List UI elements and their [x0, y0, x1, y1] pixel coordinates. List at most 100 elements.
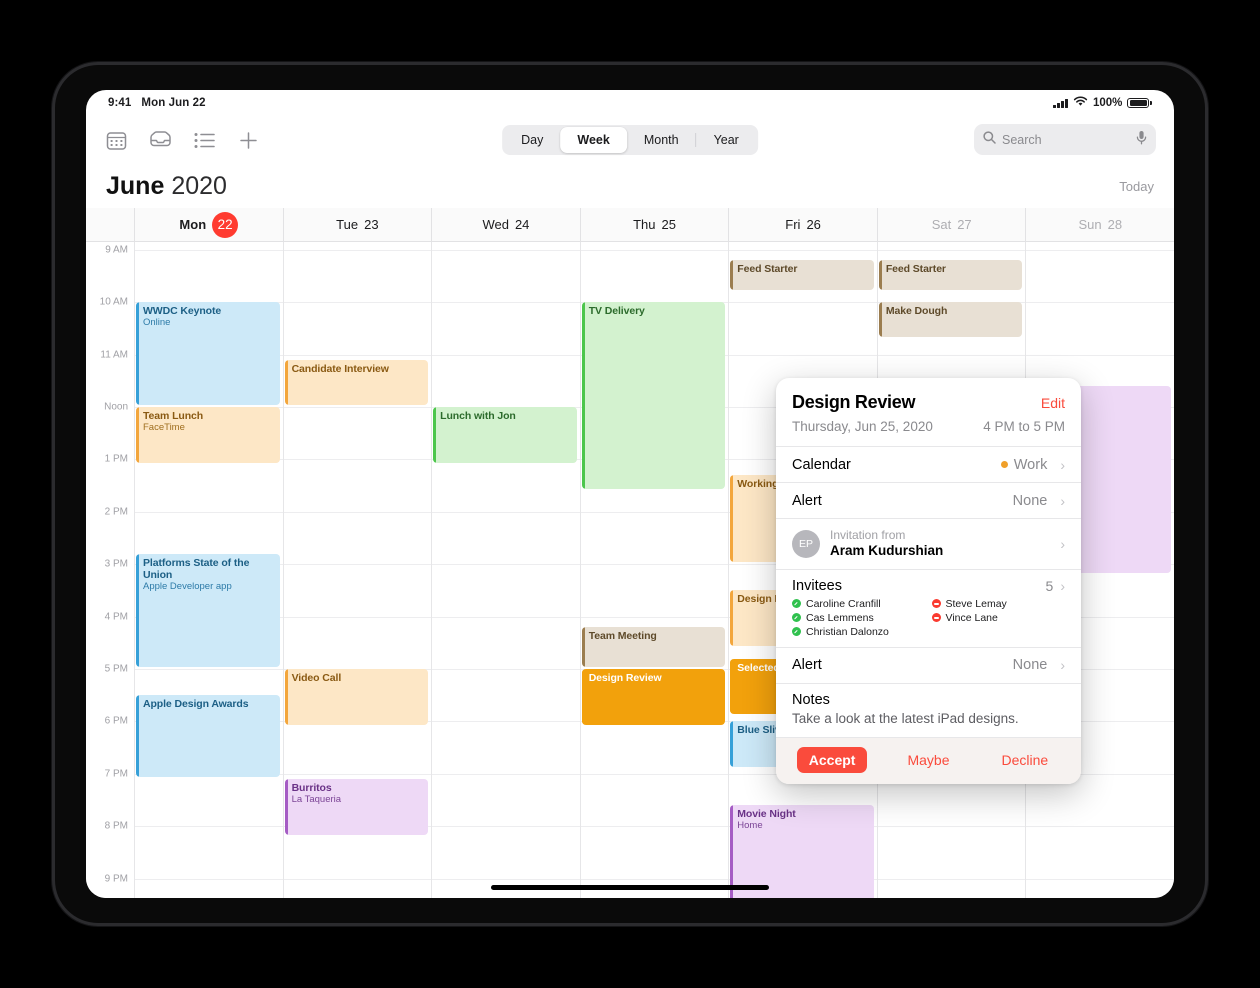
day-header-fri[interactable]: Fri 26 [728, 208, 877, 241]
calendar-event[interactable]: Candidate Interview [284, 359, 429, 406]
add-event-icon[interactable] [236, 128, 260, 152]
invitation-from-label: Invitation from [830, 528, 906, 542]
app-toolbar: Day Week Month Year Search [86, 116, 1174, 164]
chevron-right-icon: › [1060, 657, 1065, 674]
calendar-event[interactable]: TV Delivery [581, 302, 726, 489]
maybe-button[interactable]: Maybe [895, 747, 961, 773]
time-label: 4 PM [104, 611, 128, 623]
alert-row-bottom[interactable]: Alert None › [776, 646, 1081, 683]
day-number: 23 [364, 217, 379, 232]
edit-button[interactable]: Edit [1041, 395, 1065, 411]
month-name: June [106, 171, 165, 200]
day-name: Thu [633, 217, 656, 232]
day-name: Wed [482, 217, 509, 232]
event-title: TV Delivery [588, 305, 645, 318]
calendar-event[interactable]: Lunch with Jon [433, 407, 577, 463]
time-label: 2 PM [104, 506, 128, 518]
avatar: EP [792, 529, 820, 558]
column-divider [282, 242, 284, 898]
day-name: Mon [179, 217, 207, 232]
calendar-event[interactable]: Video Call [284, 669, 429, 725]
invitee-name: Caroline Cranfill [806, 597, 881, 610]
time-label: Noon [104, 401, 128, 413]
calendar-event[interactable]: Burritos La Taqueria [284, 779, 429, 835]
calendar-event[interactable]: Feed Starter [730, 260, 874, 290]
time-label: 9 PM [104, 873, 128, 885]
popover-datetime: Thursday, Jun 25, 2020 4 PM to 5 PM [776, 413, 1081, 446]
day-number: 27 [957, 217, 972, 232]
calendar-event-selected[interactable]: Design Review [581, 669, 726, 725]
microphone-icon[interactable] [1136, 130, 1147, 150]
event-title: Make Dough [885, 305, 948, 318]
event-title: Feed Starter [737, 263, 798, 276]
day-name: Tue [336, 217, 359, 232]
calendar-color-dot [1000, 461, 1008, 468]
inbox-icon[interactable] [148, 128, 172, 152]
calendar-row[interactable]: Calendar Work › [776, 446, 1081, 482]
calendar-event[interactable]: Team Lunch FaceTime [136, 407, 280, 463]
time-label: 10 AM [99, 296, 128, 308]
event-time-range: 4 PM to 5 PM [983, 419, 1065, 434]
invitees-label: Invitees [792, 577, 842, 594]
time-label: 3 PM [104, 558, 128, 570]
calendar-event[interactable]: Make Dough [878, 302, 1023, 337]
event-title: Burritos [291, 782, 332, 795]
day-header-thu[interactable]: Thu 25 [579, 208, 729, 241]
today-button[interactable]: Today [1119, 179, 1154, 194]
tab-year[interactable]: Year [697, 127, 756, 153]
alert-row-label: Alert [792, 492, 822, 509]
accepted-icon [792, 613, 801, 623]
list-view-icon[interactable] [192, 128, 216, 152]
tab-week[interactable]: Week [560, 127, 627, 153]
day-name: Sat [931, 217, 952, 232]
organizer-name: Aram Kudurshian [830, 543, 944, 558]
calendar-event[interactable]: Apple Design Awards [136, 695, 280, 778]
day-number: 25 [661, 217, 676, 232]
invitees-header[interactable]: Invitees 5 › [776, 568, 1081, 596]
invitees-list: Caroline Cranfill Steve Lemay Cas Lemmens V… [776, 596, 1081, 647]
status-time: 9:41 [108, 97, 132, 109]
status-bar: 9:41 Mon Jun 22 100% [86, 90, 1174, 116]
calendar-event[interactable]: Feed Starter [878, 260, 1023, 290]
tab-month[interactable]: Month [627, 127, 696, 153]
calendar-event[interactable]: Platforms State of the Union Apple Develo… [136, 553, 280, 668]
tab-day[interactable]: Day [504, 127, 560, 153]
view-mode-segmented-control[interactable]: Day Week Month Year [502, 125, 758, 155]
invitee-item: Christian Dalonzo [792, 626, 926, 638]
status-date: Mon Jun 22 [141, 97, 206, 109]
column-divider [728, 242, 730, 898]
event-title: Movie Night [737, 808, 796, 821]
event-title: Candidate Interview [291, 362, 389, 375]
calendar-event[interactable]: Team Meeting [581, 627, 726, 668]
event-title: Team Lunch [143, 410, 204, 423]
battery-icon [1127, 97, 1152, 109]
event-title: Team Meeting [588, 630, 657, 643]
day-header-mon[interactable]: Mon 22 [134, 208, 283, 241]
alert-row-top[interactable]: Alert None › [776, 482, 1081, 518]
day-header-sat[interactable]: Sat 27 [876, 208, 1026, 241]
year-number: 2020 [171, 171, 227, 200]
search-field[interactable]: Search [974, 124, 1156, 155]
day-name: Sun [1078, 217, 1102, 232]
column-divider [431, 242, 433, 898]
accept-button[interactable]: Accept [796, 746, 868, 773]
day-header-wed[interactable]: Wed 24 [431, 208, 580, 241]
time-label: 11 AM [100, 349, 128, 361]
event-detail-popover[interactable]: Design Review Edit Thursday, Jun 25, 202… [776, 378, 1081, 784]
calendar-row-value: Work › [1000, 457, 1065, 473]
calendar-view-icon[interactable] [104, 128, 128, 152]
event-title: Feed Starter [885, 263, 946, 276]
accepted-icon [792, 599, 801, 609]
day-header-row: Mon 22 Tue 23 Wed 24 Thu 25 Fri 26 Sat 27 Sun 28 [86, 208, 1174, 242]
time-label: 8 PM [104, 820, 128, 832]
time-label: 7 PM [104, 768, 128, 780]
invitee-name: Steve Lemay [945, 597, 1007, 610]
event-subtitle: Apple Developer app [143, 580, 232, 592]
day-header-sun[interactable]: Sun 28 [1025, 208, 1174, 241]
day-header-tue[interactable]: Tue 23 [282, 208, 432, 241]
calendar-event[interactable]: WWDC Keynote Online [136, 302, 280, 406]
invitation-row[interactable]: EP Invitation from Aram Kudurshian › [776, 518, 1081, 569]
home-indicator[interactable] [491, 885, 769, 890]
day-number: 24 [514, 217, 530, 232]
decline-button[interactable]: Decline [990, 747, 1061, 773]
